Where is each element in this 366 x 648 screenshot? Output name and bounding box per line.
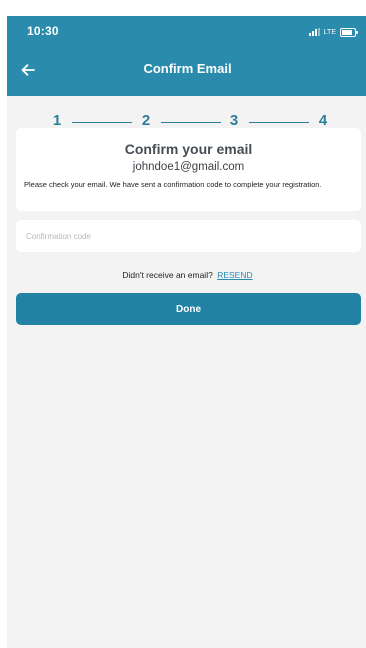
confirmation-message: Please check your email. We have sent a … bbox=[24, 180, 322, 189]
resend-prompt: Didn't receive an email? bbox=[122, 270, 213, 280]
step-2: 2 bbox=[141, 112, 151, 129]
user-email: johndoe1@gmail.com bbox=[132, 161, 245, 173]
phone-screen: 10:30 LTE Confirm Email 1 2 3 4 Confirm … bbox=[7, 16, 366, 648]
navigation-bar: Confirm Email bbox=[7, 47, 366, 96]
step-3: 3 bbox=[229, 112, 239, 129]
resend-link[interactable]: RESEND bbox=[217, 270, 252, 280]
status-bar: 10:30 LTE bbox=[7, 16, 366, 47]
confirmation-code-input[interactable] bbox=[16, 220, 361, 252]
step-4: 4 bbox=[318, 112, 328, 129]
step-1: 1 bbox=[52, 112, 62, 129]
signal-icon bbox=[308, 28, 320, 36]
status-indicators: LTE bbox=[308, 26, 358, 38]
step-connector bbox=[72, 122, 132, 123]
network-type: LTE bbox=[323, 28, 336, 36]
resend-row: Didn't receive an email? RESEND bbox=[7, 270, 366, 280]
confirmation-card: Confirm your email johndoe1@gmail.com Pl… bbox=[16, 128, 361, 211]
step-connector bbox=[249, 122, 309, 123]
page-title: Confirm Email bbox=[143, 61, 232, 76]
status-time: 10:30 bbox=[27, 24, 59, 38]
battery-icon bbox=[340, 27, 358, 37]
step-connector bbox=[161, 122, 221, 123]
card-title: Confirm your email bbox=[124, 141, 253, 157]
done-button[interactable]: Done bbox=[16, 293, 361, 325]
